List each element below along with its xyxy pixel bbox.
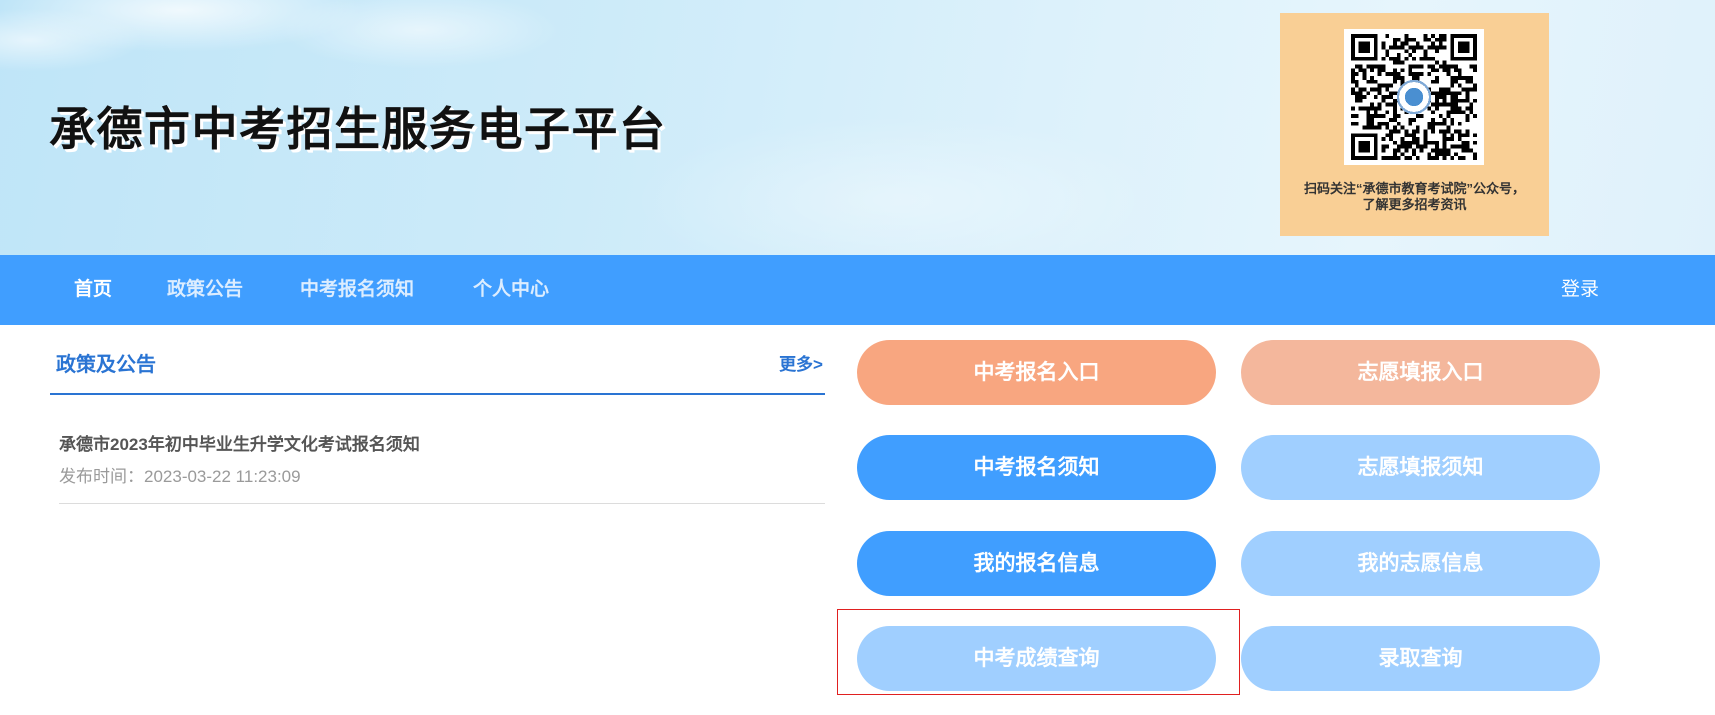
header-banner: 承德市中考招生服务电子平台 扫码关注“承德市教育考试院”公众号， 了解更多招考资…: [0, 0, 1715, 255]
qr-code-icon: [1351, 34, 1477, 160]
nav-item-personal-center[interactable]: 个人中心: [473, 255, 549, 325]
article-published-time: 发布时间：2023-03-22 11:23:09: [59, 467, 301, 486]
nav-item-home[interactable]: 首页: [74, 255, 112, 325]
qr-code-image: [1344, 29, 1484, 165]
my-volunteer-info-button[interactable]: 我的志愿信息: [1241, 531, 1600, 596]
qr-panel: 扫码关注“承德市教育考试院”公众号， 了解更多招考资讯: [1280, 13, 1549, 236]
volunteer-entry-button[interactable]: 志愿填报入口: [1241, 340, 1600, 405]
page: 承德市中考招生服务电子平台 扫码关注“承德市教育考试院”公众号， 了解更多招考资…: [0, 0, 1715, 715]
main-navbar: 首页 政策公告 中考报名须知 个人中心 登录: [0, 255, 1715, 325]
admission-query-button[interactable]: 录取查询: [1241, 626, 1600, 691]
article-title[interactable]: 承德市2023年初中毕业生升学文化考试报名须知: [59, 430, 420, 455]
login-link[interactable]: 登录: [1561, 255, 1599, 325]
registration-notice-button[interactable]: 中考报名须知: [857, 435, 1216, 500]
qr-caption-line1: 扫码关注“承德市教育考试院”公众号，: [1303, 181, 1525, 196]
policy-header: 政策及公告 更多>: [50, 340, 825, 395]
qr-caption-line2: 了解更多招考资讯: [1362, 197, 1467, 212]
volunteer-notice-button[interactable]: 志愿填报须知: [1241, 435, 1600, 500]
site-title: 承德市中考招生服务电子平台: [49, 103, 667, 155]
score-query-button[interactable]: 中考成绩查询: [857, 626, 1216, 691]
nav-item-policy[interactable]: 政策公告: [167, 255, 243, 325]
policy-title: 政策及公告: [56, 354, 156, 376]
more-link[interactable]: 更多>: [779, 350, 823, 375]
nav-item-registration-notice[interactable]: 中考报名须知: [300, 255, 414, 325]
my-registration-info-button[interactable]: 我的报名信息: [857, 531, 1216, 596]
article-item[interactable]: 承德市2023年初中毕业生升学文化考试报名须知 发布时间：2023-03-22 …: [59, 428, 825, 504]
registration-entry-button[interactable]: 中考报名入口: [857, 340, 1216, 405]
